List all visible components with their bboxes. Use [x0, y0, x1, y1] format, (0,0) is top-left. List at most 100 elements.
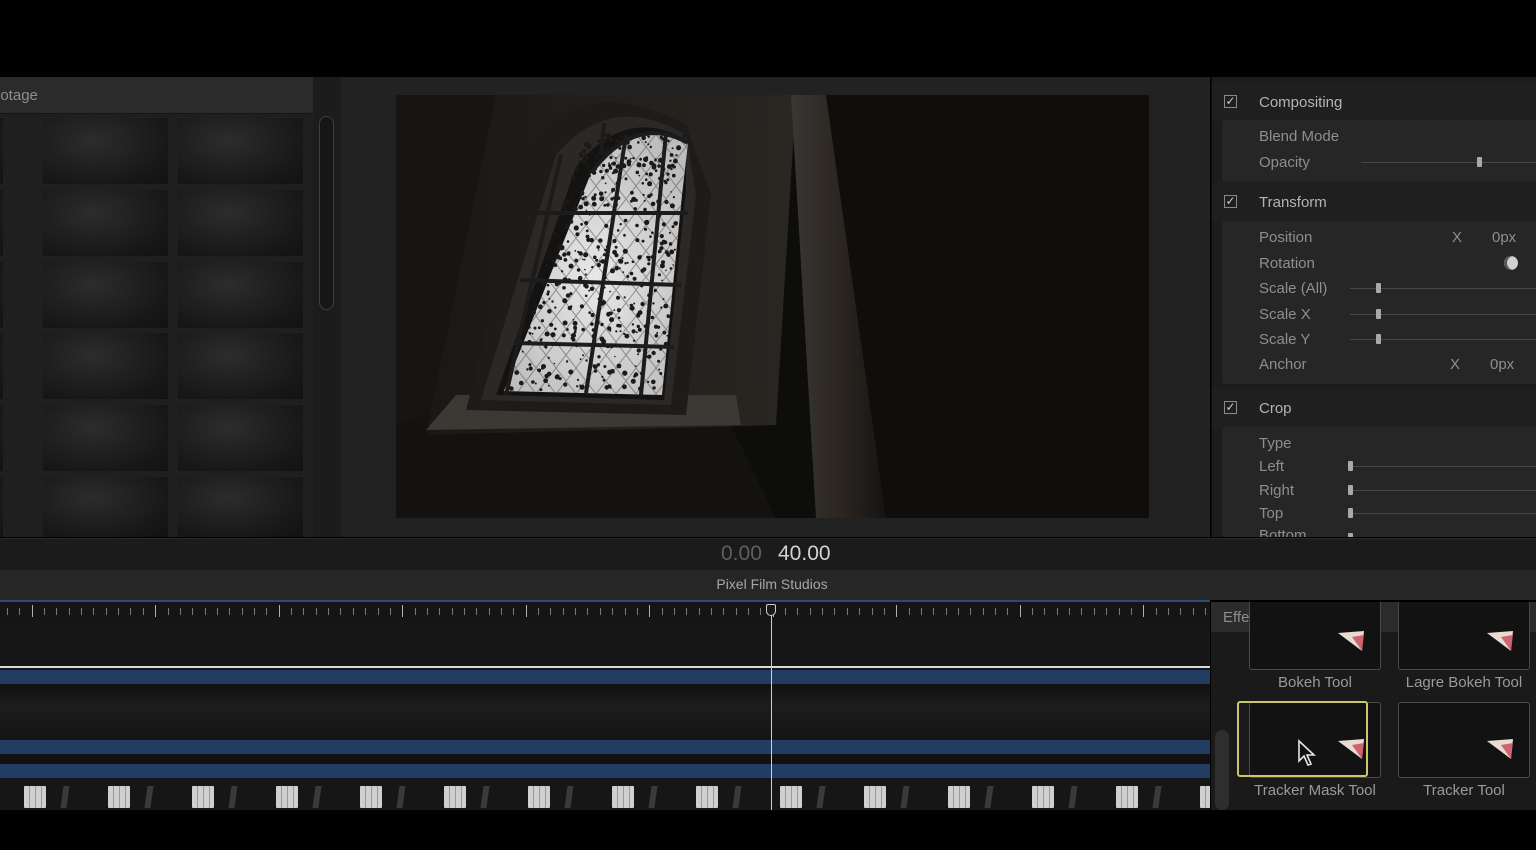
library-thumbnail[interactable] — [0, 333, 3, 399]
library-thumbnail[interactable] — [43, 477, 168, 537]
crop-left-slider-knob[interactable] — [1348, 461, 1353, 471]
crop-top-label: Top — [1259, 505, 1284, 522]
crop-section-header[interactable]: ✓ Crop — [1212, 389, 1536, 427]
ruler-tick — [785, 608, 786, 615]
crop-right-slider-track[interactable] — [1350, 490, 1536, 491]
position-x-value[interactable]: 0px — [1492, 229, 1516, 246]
crop-top-slider-knob[interactable] — [1348, 508, 1353, 518]
crop-left-slider-track[interactable] — [1350, 466, 1536, 467]
anchor-axis-label: X — [1450, 356, 1461, 373]
ruler-tick — [192, 608, 193, 615]
crop-right-slider-knob[interactable] — [1348, 485, 1353, 495]
effects-scrollbar[interactable] — [1215, 730, 1229, 810]
compositing-body: Blend Mode Opacity — [1222, 120, 1536, 182]
filmstrip-frame — [108, 786, 130, 808]
ruler-tick — [834, 608, 835, 615]
timeline-ruler[interactable] — [0, 600, 1210, 622]
timeline-panel[interactable] — [0, 600, 1210, 810]
timeline-track-bar-3[interactable] — [0, 764, 1210, 778]
crop-top-slider-track[interactable] — [1350, 513, 1536, 514]
viewer-canvas[interactable] — [396, 95, 1149, 518]
filmstrip-frame — [612, 786, 634, 808]
ruler-tick — [872, 608, 873, 615]
opacity-slider-track[interactable] — [1361, 162, 1536, 163]
effect-clapper-icon — [1487, 631, 1513, 651]
library-thumbnail[interactable] — [43, 333, 168, 399]
crop-right-label: Right — [1259, 482, 1295, 499]
effect-tile-bokeh-tool[interactable] — [1249, 602, 1381, 670]
ruler-tick — [1106, 608, 1107, 615]
rotation-dial-icon[interactable] — [1504, 256, 1518, 270]
ruler-tick — [699, 608, 700, 615]
library-scrollbar-thumb[interactable] — [319, 116, 334, 310]
playhead-handle[interactable] — [766, 604, 776, 616]
filmstrip-frame — [1200, 786, 1210, 808]
ruler-tick — [810, 608, 811, 615]
scale-x-slider-knob[interactable] — [1376, 309, 1381, 319]
library-thumbnail[interactable] — [178, 190, 303, 256]
ruler-tick — [365, 608, 366, 615]
filmstrip-track[interactable] — [0, 780, 1210, 810]
library-thumbnail[interactable] — [178, 118, 303, 184]
crop-bottom-label: Bottom — [1259, 527, 1307, 537]
crop-bottom-slider-knob[interactable] — [1348, 533, 1353, 537]
library-thumbnail[interactable] — [178, 333, 303, 399]
crop-checkbox[interactable]: ✓ — [1224, 401, 1237, 414]
mouse-pointer-icon — [1298, 739, 1317, 766]
compositing-checkbox[interactable]: ✓ — [1224, 95, 1237, 108]
library-thumbnail[interactable] — [0, 118, 3, 184]
library-thumbnail[interactable] — [0, 190, 3, 256]
ruler-tick — [1119, 608, 1120, 615]
library-thumbnail[interactable] — [0, 477, 3, 537]
effect-tile-tracker-tool[interactable] — [1398, 702, 1530, 778]
scale-all-slider-knob[interactable] — [1376, 283, 1381, 293]
library-thumbnail[interactable] — [43, 190, 168, 256]
ruler-tick — [242, 608, 243, 615]
library-thumbnail[interactable] — [0, 405, 3, 471]
library-thumbnail[interactable] — [43, 262, 168, 328]
ruler-tick — [946, 608, 947, 615]
effect-clapper-icon — [1487, 739, 1513, 759]
library-thumbnail[interactable] — [178, 262, 303, 328]
ruler-tick — [217, 608, 218, 615]
transform-section-header[interactable]: ✓ Transform — [1212, 183, 1536, 221]
timeline-track-bar[interactable] — [0, 670, 1210, 684]
ruler-tick — [19, 608, 20, 615]
ruler-tick — [637, 608, 638, 615]
ruler-tick — [32, 605, 33, 617]
ruler-tick — [526, 605, 527, 617]
ruler-tick — [378, 608, 379, 615]
rotation-label: Rotation — [1259, 255, 1315, 272]
library-thumbnail[interactable] — [178, 405, 303, 471]
ruler-tick — [822, 608, 823, 615]
effect-clapper-icon — [1338, 631, 1364, 651]
timeline-track-bar-2[interactable] — [0, 740, 1210, 754]
ruler-tick — [662, 608, 663, 615]
ruler-tick — [69, 608, 70, 615]
library-thumbnail[interactable] — [43, 118, 168, 184]
filmstrip-frame — [948, 786, 970, 808]
effect-tile-lagre-bokeh-tool[interactable] — [1398, 602, 1530, 670]
effect-label-tracker-tool: Tracker Tool — [1423, 782, 1505, 799]
transform-checkbox[interactable]: ✓ — [1224, 195, 1237, 208]
library-thumbnail[interactable] — [0, 262, 3, 328]
crop-left-label: Left — [1259, 458, 1285, 475]
library-thumbnail[interactable] — [178, 477, 303, 537]
ruler-tick — [390, 608, 391, 615]
ruler-tick — [674, 608, 675, 615]
ruler-tick — [180, 608, 181, 615]
filmstrip-frame-shadow — [900, 786, 910, 808]
library-header: ootage — [0, 77, 313, 114]
opacity-slider-knob[interactable] — [1477, 157, 1482, 167]
timecode-end: 40.00 — [778, 542, 831, 565]
video-track[interactable] — [0, 684, 1210, 740]
library-thumbnail[interactable] — [43, 405, 168, 471]
ruler-tick — [711, 608, 712, 615]
playhead-line — [771, 608, 772, 810]
filmstrip-frame-shadow — [60, 786, 70, 808]
compositing-section-header[interactable]: ✓ Compositing — [1212, 83, 1536, 121]
effect-label-tracker-mask-tool: Tracker Mask Tool — [1254, 782, 1376, 799]
scale-y-slider-knob[interactable] — [1376, 334, 1381, 344]
ruler-tick — [587, 608, 588, 615]
anchor-x-value[interactable]: 0px — [1490, 356, 1514, 373]
